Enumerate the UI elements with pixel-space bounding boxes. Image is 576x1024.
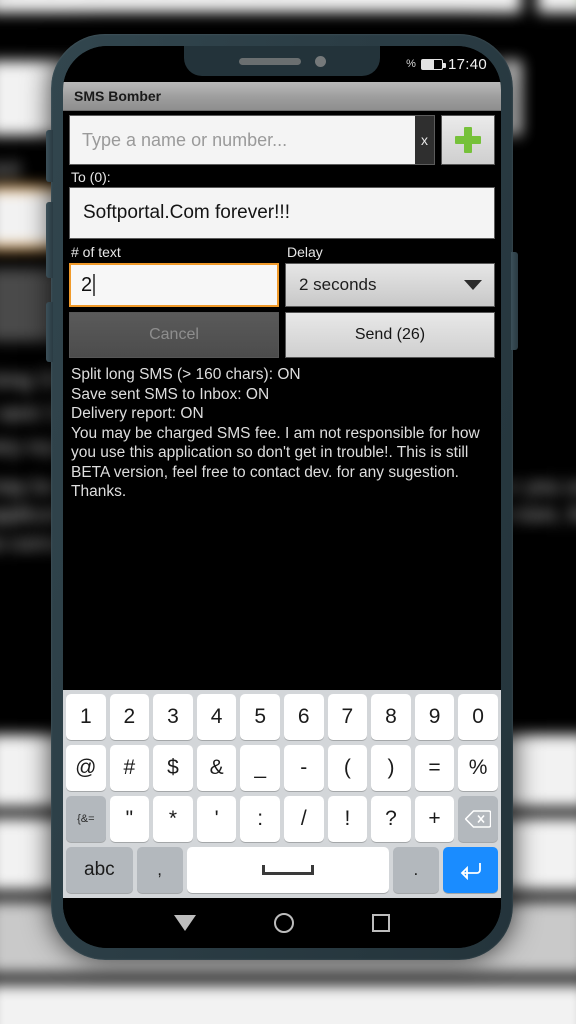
delay-value: 2 seconds	[299, 275, 377, 294]
key-quote-single[interactable]: '	[196, 796, 237, 842]
back-button-icon[interactable]	[174, 915, 196, 931]
info-line-disclaimer: You may be charged SMS fee. I am not res…	[71, 424, 480, 501]
battery-percent-symbol: %	[406, 58, 416, 70]
power-button[interactable]	[511, 252, 518, 350]
backspace-icon	[465, 810, 492, 828]
key-0[interactable]: 0	[458, 694, 498, 740]
count-input[interactable]: 2	[69, 263, 279, 307]
text-cursor	[93, 274, 95, 296]
enter-icon	[457, 860, 483, 880]
key-7[interactable]: 7	[327, 694, 368, 740]
space-bar-icon	[261, 865, 314, 875]
recipient-row: x	[69, 115, 495, 165]
key-5[interactable]: 5	[240, 694, 280, 740]
key-hyphen[interactable]: -	[283, 745, 324, 791]
clear-recipient-icon[interactable]: x	[415, 116, 434, 164]
key-percent[interactable]: %	[458, 745, 498, 791]
recipient-field-wrapper[interactable]: x	[69, 115, 435, 165]
key-comma[interactable]: ,	[136, 847, 183, 893]
recents-button-icon[interactable]	[372, 914, 390, 932]
message-value: Softportal.Com forever!!!	[83, 202, 290, 223]
key-3[interactable]: 3	[153, 694, 193, 740]
volume-down-button[interactable]	[46, 202, 53, 278]
app-title-bar: SMS Bomber	[63, 82, 501, 111]
app-content: x To (0): Softportal.Com forever!!! # of…	[63, 111, 501, 502]
key-2[interactable]: 2	[109, 694, 150, 740]
key-symbol-page-toggle[interactable]: {&=	[66, 796, 106, 842]
android-nav-bar	[63, 898, 501, 948]
empty-screen-area	[63, 501, 501, 690]
key-asterisk[interactable]: *	[153, 796, 193, 842]
app-title: SMS Bomber	[74, 88, 162, 104]
key-6[interactable]: 6	[283, 694, 324, 740]
count-column: # of text 2	[69, 244, 279, 307]
key-ampersand[interactable]: &	[196, 745, 237, 791]
key-exclamation[interactable]: !	[327, 796, 368, 842]
phone-screen: % 17:40 SMS Bomber x	[63, 46, 501, 948]
key-9[interactable]: 9	[414, 694, 455, 740]
key-equals[interactable]: =	[414, 745, 455, 791]
add-contact-button[interactable]	[441, 115, 495, 165]
key-slash[interactable]: /	[283, 796, 324, 842]
battery-icon	[420, 58, 446, 70]
key-plus[interactable]: +	[414, 796, 455, 842]
key-underscore[interactable]: _	[240, 745, 280, 791]
key-period[interactable]: .	[392, 847, 439, 893]
front-camera-icon	[314, 55, 326, 67]
cancel-button[interactable]: Cancel	[69, 312, 279, 358]
volume-up-button[interactable]	[46, 130, 53, 182]
key-paren-open[interactable]: (	[327, 745, 368, 791]
key-4[interactable]: 4	[196, 694, 237, 740]
key-1[interactable]: 1	[66, 694, 106, 740]
delay-dropdown[interactable]: 2 seconds	[285, 263, 495, 307]
count-label: # of text	[71, 244, 121, 260]
chevron-down-icon	[464, 280, 482, 290]
phone-device: % 17:40 SMS Bomber x	[46, 34, 518, 960]
notch	[184, 46, 380, 76]
key-paren-close[interactable]: )	[371, 745, 411, 791]
mute-switch-button[interactable]	[46, 302, 53, 362]
keyboard-row-bottom: abc , .	[66, 847, 498, 893]
info-line-delivery-report: Delivery report: ON	[71, 405, 204, 423]
home-button-icon[interactable]	[274, 913, 294, 933]
key-question[interactable]: ?	[371, 796, 411, 842]
info-line-split-sms: Split long SMS (> 160 chars): ON	[71, 366, 301, 383]
status-bar-clock: 17:40	[447, 55, 487, 73]
count-value: 2	[81, 273, 93, 296]
key-enter[interactable]	[442, 847, 498, 893]
message-field[interactable]: Softportal.Com forever!!!	[69, 187, 495, 239]
info-text-block: Split long SMS (> 160 chars): ON Save se…	[69, 358, 495, 502]
speaker-grille-icon	[238, 57, 301, 65]
key-colon[interactable]: :	[240, 796, 280, 842]
recipient-input[interactable]	[70, 129, 416, 151]
to-label: To (0):	[71, 169, 111, 185]
info-line-save-inbox: Save sent SMS to Inbox: ON	[71, 385, 270, 403]
keyboard-row-symbols-2: {&= " * ' : / ! ? +	[66, 796, 498, 842]
key-space[interactable]	[186, 847, 389, 893]
key-quote-double[interactable]: "	[109, 796, 150, 842]
key-hash[interactable]: #	[109, 745, 150, 791]
key-abc-toggle[interactable]: abc	[66, 847, 133, 893]
on-screen-keyboard: 1 2 3 4 5 6 7 8 9 0 @ # $ & _ - () = % …	[63, 690, 501, 898]
count-delay-row: # of text 2 Delay 2 seconds	[69, 244, 495, 307]
key-8[interactable]: 8	[371, 694, 411, 740]
keyboard-row-symbols-1: @ # $ & _ - ( ) = %	[66, 745, 498, 791]
plus-icon	[455, 127, 481, 153]
send-button[interactable]: Send (26)	[285, 312, 495, 358]
keyboard-row-numbers: 1 2 3 4 5 6 7 8 9 0	[66, 694, 498, 740]
key-dollar[interactable]: $	[153, 745, 193, 791]
action-buttons-row: Cancel Send (26)	[69, 312, 495, 358]
delay-column: Delay 2 seconds	[285, 244, 495, 307]
delay-label: Delay	[287, 244, 323, 260]
key-backspace[interactable]	[458, 796, 498, 842]
bg-count-label: # of text	[0, 157, 21, 182]
key-at[interactable]: @	[66, 745, 106, 791]
